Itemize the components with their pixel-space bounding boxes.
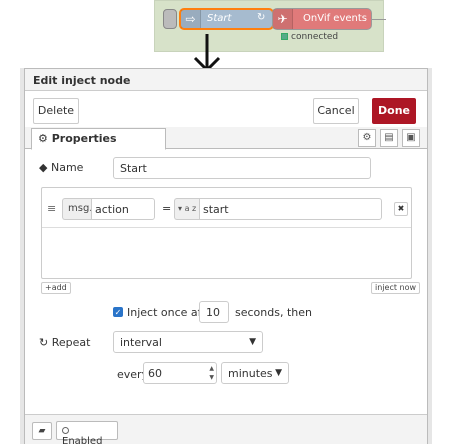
cancel-button[interactable]: Cancel [313, 98, 359, 124]
edit-inject-tray: Edit inject node Delete Cancel Done ⚙ Pr… [24, 68, 428, 447]
tray-footer: ▰ Enabled [25, 414, 427, 447]
onvif-node-label: OnVif events [303, 13, 367, 24]
chevron-down-icon: ▼ [275, 368, 282, 378]
inject-once-delay-input[interactable]: 10 [199, 301, 229, 323]
value-type-select[interactable]: ▾ a z [174, 198, 200, 220]
tag-icon: ◆ [39, 161, 48, 174]
remove-property-icon[interactable]: ✖ [394, 202, 408, 216]
status-text: connected [291, 32, 339, 42]
send-icon: ✈ [273, 9, 293, 29]
enabled-label: Enabled [62, 436, 103, 447]
repeat-label-row: ↻ Repeat [39, 336, 90, 349]
chevron-down-icon: ▼ [249, 337, 256, 347]
property-key-input[interactable]: action [91, 198, 155, 220]
inject-node-label: Start [207, 13, 232, 24]
done-button[interactable]: Done [372, 98, 416, 124]
repeat-icon: ↻ [39, 336, 49, 349]
right-rail [428, 68, 432, 444]
inject-once-suffix: seconds, then [235, 306, 312, 319]
interval-unit-select[interactable]: minutes ▼ [221, 362, 289, 384]
name-label-row: ◆ Name [39, 161, 83, 174]
enabled-toggle[interactable]: Enabled [56, 421, 118, 447]
tab-description-icon[interactable]: ▤ [380, 129, 398, 147]
property-row: ≡ msg. action = ▾ a z start ✖ [42, 188, 411, 228]
name-input[interactable]: Start [113, 157, 371, 179]
tab-properties[interactable]: ⚙ Properties [31, 128, 166, 150]
name-label: Name [50, 161, 84, 174]
repeat-icon: ↻ [257, 12, 266, 23]
status-dot-icon [281, 33, 288, 40]
add-label: add [51, 283, 67, 292]
repeat-mode-value: interval [120, 336, 162, 349]
interval-value-spinner[interactable]: 60 ▲ ▼ [143, 362, 217, 384]
node-status: connected [281, 32, 338, 42]
tab-properties-label: Properties [51, 132, 117, 145]
string-type-icon: a z [184, 204, 197, 213]
interval-value: 60 [148, 367, 162, 380]
gear-icon: ⚙ [38, 132, 48, 145]
property-value-input[interactable]: start [199, 198, 382, 220]
tray-title: Edit inject node [25, 69, 427, 91]
inject-once-checkbox[interactable]: ✓ [113, 307, 123, 317]
repeat-label: Repeat [51, 336, 91, 349]
interval-unit-value: minutes [228, 367, 273, 380]
wire [372, 19, 386, 20]
drag-handle-icon[interactable]: ≡ [47, 202, 56, 215]
repeat-mode-select[interactable]: interval ▼ [113, 331, 263, 353]
flow-canvas: ⇨ Start ↻ ✈ OnVif events connected [154, 0, 386, 52]
tab-appearance-icon[interactable]: ▣ [402, 129, 420, 147]
tab-settings-icon[interactable]: ⚙ [358, 129, 376, 147]
delete-button[interactable]: Delete [33, 98, 79, 124]
inject-arrow-icon: ⇨ [181, 10, 201, 28]
msg-prefix[interactable]: msg. [62, 198, 92, 220]
book-icon[interactable]: ▰ [32, 422, 52, 440]
circle-icon [62, 427, 69, 434]
inject-trigger-button[interactable] [163, 9, 177, 29]
equals-sign: = [162, 202, 172, 215]
inject-now-button[interactable]: inject now [371, 282, 421, 294]
inject-node[interactable]: ⇨ Start ↻ [179, 8, 274, 30]
plus-icon: + [45, 283, 52, 292]
onvif-events-node[interactable]: ✈ OnVif events [272, 8, 372, 30]
add-property-button[interactable]: +add [41, 282, 71, 294]
property-list: ≡ msg. action = ▾ a z start ✖ [41, 187, 412, 279]
spinner-arrows-icon[interactable]: ▲ ▼ [209, 364, 214, 382]
